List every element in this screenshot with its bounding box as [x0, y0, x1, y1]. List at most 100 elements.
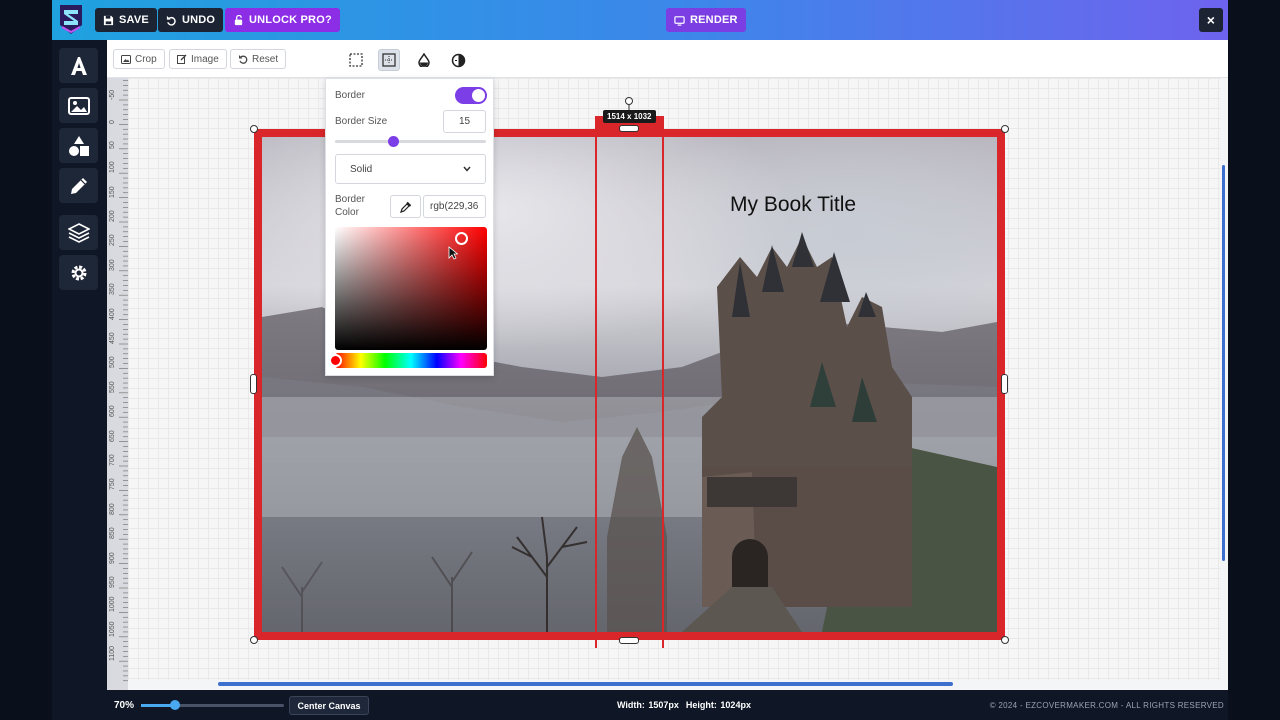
- slider-knob[interactable]: [388, 136, 399, 147]
- horizontal-scrollbar[interactable]: [218, 682, 953, 686]
- shapes-tool-button[interactable]: [59, 128, 98, 163]
- border-style-value: Solid: [350, 163, 373, 175]
- border-size-slider[interactable]: [335, 136, 486, 147]
- rotate-handle[interactable]: [625, 97, 633, 105]
- ruler-label: 900: [109, 551, 116, 564]
- resize-handle-right[interactable]: [1001, 374, 1008, 394]
- border-label: Border: [335, 90, 366, 101]
- resize-handle-bottom[interactable]: [619, 637, 639, 644]
- resize-handle-bottom-left[interactable]: [250, 636, 258, 644]
- eyedropper-icon: [399, 201, 411, 213]
- border-icon: [382, 53, 396, 67]
- crop-button[interactable]: Crop: [113, 49, 165, 69]
- zoom-slider[interactable]: [141, 700, 284, 710]
- unlock-label: UNLOCK PRO?: [249, 14, 332, 26]
- close-button[interactable]: ×: [1199, 8, 1223, 32]
- resize-handle-top-left[interactable]: [250, 125, 258, 133]
- ruler-label: 700: [109, 454, 116, 466]
- ruler-label: 250: [109, 234, 116, 247]
- zoom-slider-knob[interactable]: [170, 700, 180, 710]
- shapes-icon: [68, 135, 89, 156]
- canvas-dimensions: Width: 1507px Height: 1024px: [617, 700, 751, 710]
- resize-handle-top-right[interactable]: [1001, 125, 1009, 133]
- layers-button[interactable]: [59, 215, 98, 250]
- settings-button[interactable]: [59, 255, 98, 290]
- image-tool-button[interactable]: [59, 88, 98, 123]
- ruler-label: 600: [109, 405, 116, 418]
- vertical-scrollbar[interactable]: [1222, 165, 1225, 561]
- render-label: RENDER: [690, 14, 738, 26]
- color-saturation-picker[interactable]: [335, 227, 487, 350]
- ruler-label: 300: [109, 259, 116, 271]
- save-label: SAVE: [119, 14, 149, 26]
- saturation-cursor[interactable]: [455, 232, 468, 245]
- render-button[interactable]: RENDER: [666, 8, 746, 32]
- zoom-slider-fill: [141, 704, 173, 707]
- border-color-input[interactable]: rgb(229,36: [423, 195, 486, 218]
- border-tool-button[interactable]: [378, 49, 400, 71]
- eyedropper-button[interactable]: [390, 195, 421, 218]
- unlock-icon: [234, 14, 243, 25]
- border-style-select[interactable]: Solid: [335, 154, 486, 184]
- size-badge: 1514 x 1032: [603, 110, 656, 123]
- edit-icon: [177, 54, 187, 64]
- crop-label: Crop: [135, 53, 157, 65]
- reset-icon: [239, 55, 248, 64]
- image-toolbar: Crop Image Reset: [107, 40, 1228, 78]
- ruler-label: 950: [109, 576, 116, 588]
- dashed-select-icon: [349, 53, 363, 67]
- hue-slider[interactable]: [335, 353, 487, 368]
- layers-icon: [67, 222, 90, 243]
- text-icon: [70, 56, 87, 75]
- ruler-label: 150: [109, 185, 116, 198]
- spine-guide-right: [662, 118, 664, 648]
- ruler-label: 0: [109, 120, 116, 125]
- ruler-label: 1000: [109, 596, 116, 613]
- gear-icon: [71, 265, 86, 280]
- ruler-label: 850: [109, 527, 116, 540]
- undo-button[interactable]: UNDO: [158, 8, 224, 32]
- border-size-label: Border Size: [335, 116, 388, 127]
- ruler-label: 650: [109, 429, 116, 442]
- contrast-tool-button[interactable]: [447, 49, 469, 71]
- resize-handle-top[interactable]: [619, 125, 639, 132]
- border-toggle[interactable]: [455, 87, 487, 104]
- ruler-label: 800: [109, 503, 116, 515]
- contrast-icon: [451, 53, 465, 67]
- center-canvas-button[interactable]: Center Canvas: [289, 696, 369, 715]
- ruler-label: 50: [109, 141, 116, 149]
- ruler-label: 100: [109, 161, 116, 174]
- copyright-text: © 2024 - EZCOVERMAKER.COM - ALL RIGHTS R…: [989, 701, 1224, 710]
- resize-handle-bottom-right[interactable]: [1001, 636, 1009, 644]
- reset-button[interactable]: Reset: [230, 49, 287, 69]
- undo-label: UNDO: [182, 14, 216, 26]
- ruler-label: 450: [109, 332, 116, 344]
- draw-tool-button[interactable]: [59, 168, 98, 203]
- hue-cursor[interactable]: [329, 354, 342, 367]
- monitor-icon: [674, 15, 685, 26]
- reset-label: Reset: [252, 53, 279, 65]
- left-gutter: [0, 0, 52, 720]
- border-color-label: Border Color: [335, 194, 366, 218]
- pencil-icon: [70, 177, 87, 194]
- resize-handle-left[interactable]: [250, 374, 257, 394]
- ruler-label: 200: [109, 210, 116, 222]
- zoom-level: 70%: [114, 700, 135, 711]
- ruler-label: 1050: [109, 621, 116, 637]
- ruler-label: -50: [109, 89, 116, 100]
- left-sidebar: [52, 40, 107, 720]
- ruler-label: 550: [109, 381, 116, 393]
- save-button[interactable]: SAVE: [95, 8, 157, 32]
- ruler-label: 1100: [109, 646, 116, 662]
- undo-icon: [166, 15, 176, 26]
- image-icon: [67, 96, 90, 115]
- border-size-input[interactable]: 15: [443, 110, 486, 133]
- book-title-text[interactable]: My Book Title: [730, 193, 856, 217]
- app-window: SAVE UNDO UNLOCK PRO? RENDER × Crop Imag…: [52, 0, 1228, 720]
- duplicate-button[interactable]: [1224, 49, 1228, 71]
- selection-tool-button[interactable]: [345, 49, 367, 71]
- opacity-tool-button[interactable]: [413, 49, 435, 71]
- image-button[interactable]: Image: [169, 49, 227, 69]
- text-tool-button[interactable]: [59, 48, 98, 83]
- unlock-pro-button[interactable]: UNLOCK PRO?: [225, 8, 340, 32]
